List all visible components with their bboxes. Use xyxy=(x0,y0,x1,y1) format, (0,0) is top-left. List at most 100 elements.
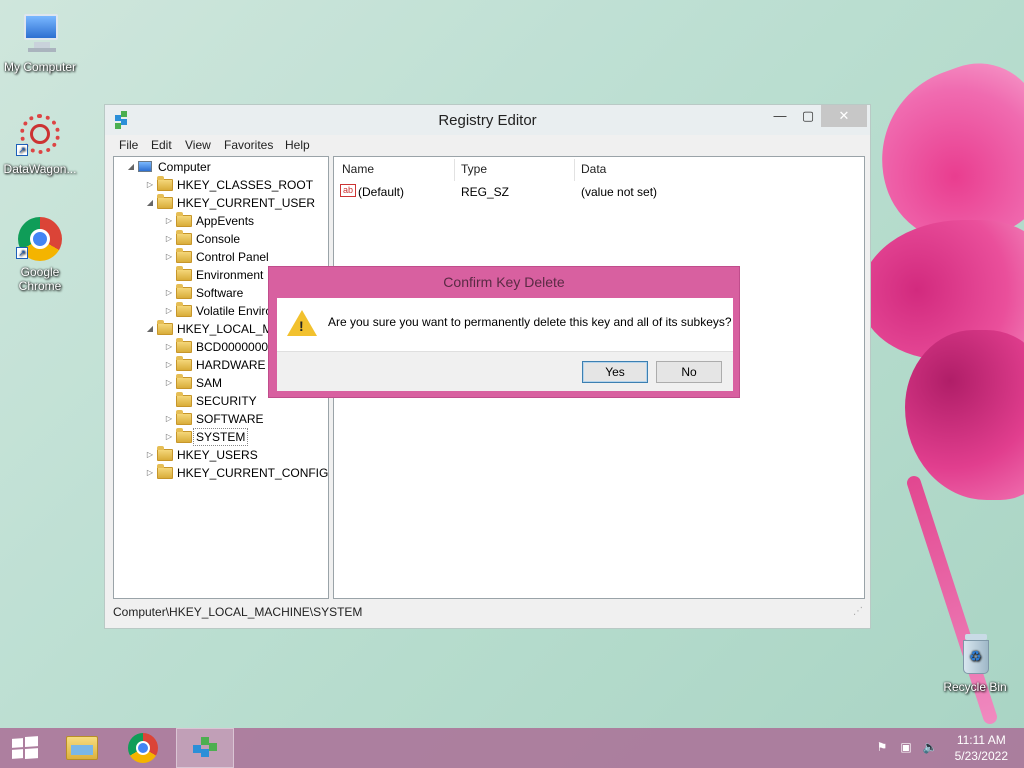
action-center-flag-icon[interactable]: ⚑ xyxy=(874,740,890,756)
tree-expander-icon[interactable]: ▷ xyxy=(164,410,174,428)
tree-expander-icon[interactable]: ◢ xyxy=(145,320,155,338)
window-title: Registry Editor xyxy=(438,112,537,129)
dialog-title: Confirm Key Delete xyxy=(443,274,565,290)
recycle-bin-icon: ♻ xyxy=(951,630,999,678)
value-name: (Default) xyxy=(358,185,405,199)
value-type: REG_SZ xyxy=(461,185,510,199)
menu-favorites[interactable]: Favorites xyxy=(224,138,273,152)
tree-node-label: HKEY_CLASSES_ROOT xyxy=(177,178,314,192)
tree-node-label: Environment xyxy=(196,268,264,282)
clock-time: 11:11 AM xyxy=(956,733,1006,747)
value-data: (value not set) xyxy=(581,185,658,199)
taskbar-registry-editor[interactable] xyxy=(176,728,234,768)
folder-icon xyxy=(157,194,173,209)
windows-logo-icon xyxy=(12,736,38,760)
folder-icon xyxy=(176,392,192,407)
folder-icon xyxy=(157,464,173,479)
tree-node-label: SECURITY xyxy=(196,394,257,408)
tree-node-label: SYSTEM xyxy=(193,428,249,446)
tree-node-label: Computer xyxy=(158,160,211,174)
tree-node-label: AppEvents xyxy=(196,214,255,228)
maximize-button[interactable]: ▢ xyxy=(795,105,821,127)
tree-expander-icon[interactable]: ▷ xyxy=(164,356,174,374)
menu-view[interactable]: View xyxy=(185,138,211,152)
tree-node-label: SAM xyxy=(196,376,223,390)
column-separator[interactable] xyxy=(454,159,455,181)
chrome-icon: ↗ xyxy=(16,215,64,263)
no-button[interactable]: No xyxy=(656,361,722,383)
desktop-icon-label: DataWagon... xyxy=(3,162,77,176)
folder-icon xyxy=(176,266,192,281)
clock[interactable]: 11:11 AM 5/23/2022 xyxy=(955,732,1008,764)
tree-expander-icon[interactable]: ◢ xyxy=(126,158,136,176)
status-bar: Computer\HKEY_LOCAL_MACHINE\SYSTEM ⋰ xyxy=(113,602,865,622)
tree-expander-icon[interactable]: ▷ xyxy=(164,212,174,230)
column-header-type[interactable]: Type xyxy=(461,162,487,176)
tree-node-label: HKEY_USERS xyxy=(177,448,258,462)
folder-icon xyxy=(176,428,192,443)
dialog-message: Are you sure you want to permanently del… xyxy=(328,315,732,329)
desktop-icon-my-computer[interactable]: My Computer xyxy=(0,10,80,74)
tree-expander-icon[interactable]: ◢ xyxy=(145,194,155,212)
tree-expander-icon[interactable]: ▷ xyxy=(164,284,174,302)
column-header-name[interactable]: Name xyxy=(342,162,374,176)
file-explorer-icon xyxy=(66,736,98,760)
tree-node-label: HKEY_LOCAL_MA xyxy=(177,322,281,336)
start-button[interactable] xyxy=(0,728,58,768)
folder-icon xyxy=(176,230,192,245)
column-separator[interactable] xyxy=(574,159,575,181)
folder-icon xyxy=(176,284,192,299)
warning-icon: ! xyxy=(287,310,317,336)
datawagon-icon: ↗ xyxy=(16,112,64,160)
confirm-key-delete-dialog[interactable]: Confirm Key Delete ! Are you sure you wa… xyxy=(268,266,740,398)
menu-edit[interactable]: Edit xyxy=(151,138,172,152)
tree-node-label: Console xyxy=(196,232,241,246)
resize-grip-icon[interactable]: ⋰ xyxy=(853,602,863,622)
dialog-body: ! Are you sure you want to permanently d… xyxy=(277,298,733,391)
folder-icon xyxy=(157,446,173,461)
tree-expander-icon[interactable]: ▷ xyxy=(145,446,155,464)
tree-node-label: HARDWARE xyxy=(196,358,266,372)
tree-expander-icon[interactable]: ▷ xyxy=(164,248,174,266)
tree-expander-icon[interactable]: ▷ xyxy=(145,464,155,482)
desktop-icon-label: Google Chrome xyxy=(18,265,62,293)
tree-expander-icon[interactable]: ▷ xyxy=(164,428,174,446)
tree-expander-icon[interactable]: ▷ xyxy=(164,338,174,356)
tree-expander-icon[interactable] xyxy=(164,392,174,410)
my-computer-icon xyxy=(16,10,64,58)
clock-date: 5/23/2022 xyxy=(954,749,1008,763)
close-button[interactable]: ✕ xyxy=(821,105,867,127)
tree-node-label: HKEY_CURRENT_CONFIG xyxy=(177,466,329,480)
taskbar-chrome[interactable] xyxy=(116,728,174,768)
folder-icon xyxy=(176,338,192,353)
folder-icon xyxy=(176,248,192,263)
folder-icon xyxy=(176,212,192,227)
tree-expander-icon[interactable]: ▷ xyxy=(164,230,174,248)
tree-node-label: SOFTWARE xyxy=(196,412,264,426)
tree-node-label: HKEY_CURRENT_USER xyxy=(177,196,316,210)
desktop-icon-google-chrome[interactable]: ↗ Google Chrome xyxy=(0,215,80,293)
volume-muted-icon[interactable]: 🔈 xyxy=(922,740,938,756)
desktop-icon-recycle-bin[interactable]: ♻ Recycle Bin xyxy=(935,630,1015,694)
desktop-icon-label: Recycle Bin xyxy=(943,680,1007,694)
column-header-data[interactable]: Data xyxy=(581,162,606,176)
desktop-icon-datawagon[interactable]: ↗ DataWagon... xyxy=(0,112,80,176)
tree-expander-icon[interactable]: ▷ xyxy=(164,302,174,320)
folder-icon xyxy=(176,302,192,317)
taskbar-file-explorer[interactable] xyxy=(56,728,114,768)
minimize-button[interactable]: — xyxy=(767,105,793,127)
menu-file[interactable]: File xyxy=(119,138,138,152)
network-icon[interactable]: ▣ xyxy=(898,740,914,756)
tree-expander-icon[interactable]: ▷ xyxy=(164,374,174,392)
tree-expander-icon[interactable] xyxy=(164,266,174,284)
title-bar[interactable]: Registry Editor — ▢ ✕ xyxy=(105,105,870,135)
table-row[interactable]: ab (Default) REG_SZ (value not set) xyxy=(334,181,864,201)
menu-help[interactable]: Help xyxy=(285,138,310,152)
yes-button[interactable]: Yes xyxy=(582,361,648,383)
tree-expander-icon[interactable]: ▷ xyxy=(145,176,155,194)
tree-node-label: BCD00000000 xyxy=(196,340,275,354)
computer-icon xyxy=(138,161,152,172)
tree-node-label: Software xyxy=(196,286,244,300)
folder-icon xyxy=(176,356,192,371)
registry-editor-icon xyxy=(191,735,219,763)
